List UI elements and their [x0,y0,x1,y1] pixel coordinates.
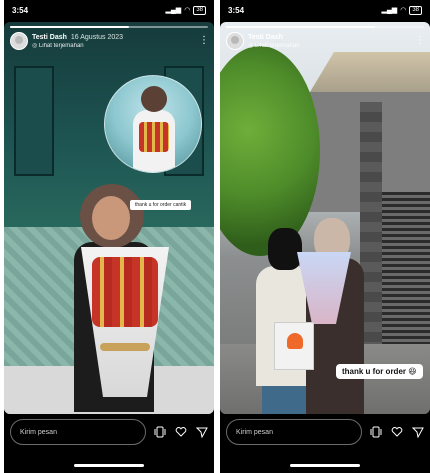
person-left-head [268,228,302,270]
story-content[interactable]: thank u for order 😆 Testi Dash ◎ Lihat t… [220,22,430,414]
status-icons: ▂▄▆ ◠ 38 [381,5,422,15]
translate-label: Lihat terjemahan [254,42,300,49]
battery-icon: 38 [409,5,422,15]
status-bar: 3:54 ▂▄▆ ◠ 38 [4,0,214,20]
story-header: Testi Dash 16 Agustus 2023 ◎ Lihat terje… [10,32,209,50]
story-header: Testi Dash ◎ Lihat terjemahan ⋮ [226,32,425,50]
house-roof [310,52,430,92]
tree [220,46,320,256]
pages-icon[interactable] [370,425,383,439]
reply-input[interactable]: Kirim pesan [226,419,362,445]
more-options-icon[interactable]: ⋮ [415,36,425,46]
story-date: 16 Agustus 2023 [70,33,124,41]
status-icons: ▂▄▆ ◠ 38 [165,5,206,15]
window [14,66,54,176]
status-time: 3:54 [228,5,245,15]
gift-bag [274,322,314,370]
story-progress [226,26,424,28]
heart-icon[interactable] [175,425,188,439]
globe-icon: ◎ [248,42,254,49]
battery-level: 38 [196,6,203,13]
reply-bar: Kirim pesan [220,418,430,446]
avatar[interactable] [226,32,244,50]
status-time: 3:54 [12,5,29,15]
signal-icon: ▂▄▆ [165,7,182,14]
gate [382,192,430,352]
story-content[interactable]: thank u for order cantik Testi Dash 16 A… [4,22,214,414]
more-options-icon[interactable]: ⋮ [199,36,209,46]
send-icon[interactable] [195,425,208,439]
pages-icon[interactable] [154,425,167,439]
story-username[interactable]: Testi Dash [32,34,67,41]
send-icon[interactable] [411,425,424,439]
battery-level: 38 [412,6,419,13]
home-indicator [74,464,144,467]
person-face [92,196,130,240]
signal-icon: ▂▄▆ [381,7,398,14]
story-progress [10,26,208,28]
story-caption: thank u for order cantik [130,200,192,210]
translate-label: Lihat terjemahan [38,42,84,49]
circle-sticker-photo [104,75,202,173]
story-caption: thank u for order 😆 [336,364,423,379]
wifi-icon: ◠ [184,7,191,14]
home-indicator [290,464,360,467]
avatar[interactable] [10,32,28,50]
reply-input[interactable]: Kirim pesan [10,419,146,445]
globe-icon: ◎ [32,42,38,49]
story-screen-left: 3:54 ▂▄▆ ◠ 38 thank u for order cantik T… [4,0,214,473]
wifi-icon: ◠ [400,7,407,14]
battery-icon: 38 [193,5,206,15]
reply-bar: Kirim pesan [4,418,214,446]
story-username[interactable]: Testi Dash [248,34,283,41]
snack-bouquet [70,247,180,397]
status-bar: 3:54 ▂▄▆ ◠ 38 [220,0,430,20]
heart-icon[interactable] [391,425,404,439]
translate-link[interactable]: ◎ Lihat terjemahan [248,42,300,49]
translate-link[interactable]: ◎ Lihat terjemahan [32,42,123,49]
story-screen-right: 3:54 ▂▄▆ ◠ 38 thank u for order 😆 Testi … [220,0,430,473]
